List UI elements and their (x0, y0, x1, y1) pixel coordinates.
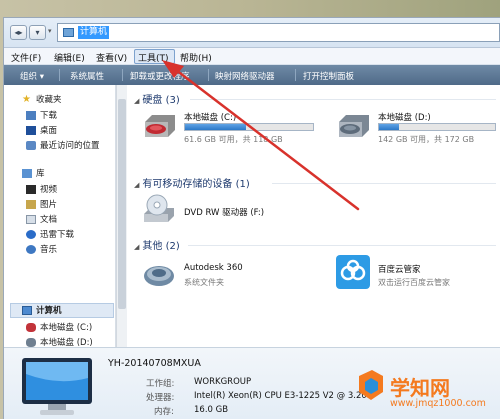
watermark-url: www.jmqz1000.com (390, 398, 486, 409)
annotation-arrow (162, 60, 360, 211)
watermark-logo-icon (359, 370, 383, 400)
watermark-title: 学知网 (390, 376, 450, 400)
